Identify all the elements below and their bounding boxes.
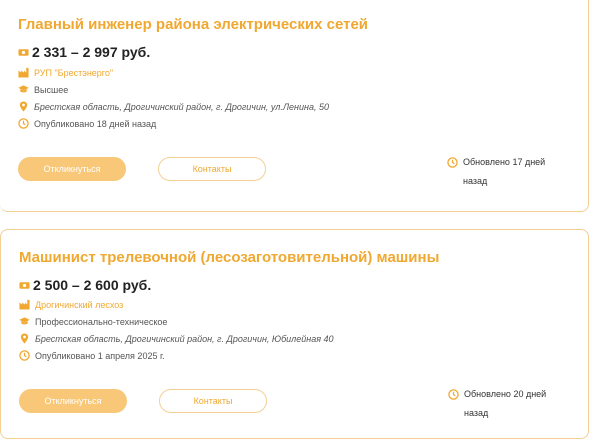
- salary: 2 331 – 2 997 руб.: [18, 44, 150, 60]
- salary-text: 2 500 – 2 600 руб.: [33, 277, 152, 293]
- company-name[interactable]: РУП "Брестэнерго": [34, 68, 113, 78]
- salary-text: 2 331 – 2 997 руб.: [32, 44, 151, 60]
- education: Высшее: [18, 84, 68, 95]
- updated-text: Обновлено 20 дней назад: [464, 389, 547, 418]
- money-icon: [19, 280, 30, 291]
- vacancy-title[interactable]: Машинист трелевочной (лесозаготовительно…: [19, 249, 439, 266]
- clock-icon: [19, 350, 30, 361]
- published: Опубликовано 18 дней назад: [18, 118, 156, 129]
- contacts-button[interactable]: Контакты: [158, 157, 266, 181]
- company: РУП "Брестэнерго": [18, 67, 113, 78]
- vacancy-card: Машинист трелевочной (лесозаготовительно…: [0, 229, 589, 439]
- money-icon: [18, 47, 29, 58]
- address-text: Брестская область, Дрогичинский район, г…: [35, 333, 334, 344]
- published: Опубликовано 1 апреля 2025 г.: [19, 350, 165, 361]
- education-text: Профессионально-техническое: [35, 316, 168, 327]
- clock-icon: [448, 389, 459, 400]
- vacancy-title[interactable]: Главный инженер района электрических сет…: [18, 16, 368, 33]
- salary: 2 500 – 2 600 руб.: [19, 277, 151, 293]
- address: Брестская область, Дрогичинский район, г…: [19, 333, 334, 344]
- clock-icon: [447, 157, 458, 168]
- factory-icon: [18, 67, 29, 78]
- clock-icon: [18, 118, 29, 129]
- graduation-cap-icon: [19, 316, 30, 327]
- updated-info: Обновлено 20 дней назад: [448, 385, 568, 423]
- factory-icon: [19, 299, 30, 310]
- address: Брестская область, Дрогичинский район, г…: [18, 101, 329, 112]
- respond-button[interactable]: Откликнуться: [18, 157, 126, 181]
- updated-text: Обновлено 17 дней назад: [463, 157, 546, 186]
- location-pin-icon: [19, 333, 30, 344]
- location-pin-icon: [18, 101, 29, 112]
- published-text: Опубликовано 18 дней назад: [34, 118, 157, 129]
- address-text: Брестская область, Дрогичинский район, г…: [34, 101, 329, 112]
- company-name[interactable]: Дрогичинский лесхоз: [35, 300, 123, 310]
- published-text: Опубликовано 1 апреля 2025 г.: [35, 350, 165, 361]
- vacancy-card: Главный инженер района электрических сет…: [0, 0, 589, 212]
- respond-button[interactable]: Откликнуться: [19, 389, 127, 413]
- education-text: Высшее: [34, 84, 69, 95]
- updated-info: Обновлено 17 дней назад: [447, 153, 567, 191]
- company: Дрогичинский лесхоз: [19, 299, 123, 310]
- contacts-button[interactable]: Контакты: [159, 389, 267, 413]
- graduation-cap-icon: [18, 84, 29, 95]
- education: Профессионально-техническое: [19, 316, 167, 327]
